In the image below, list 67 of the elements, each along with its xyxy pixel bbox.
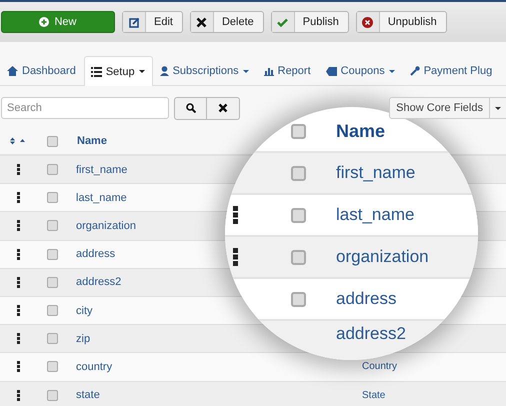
field-name[interactable]: organization xyxy=(76,220,136,232)
drag-handle-icon[interactable] xyxy=(17,390,20,401)
edit-icon xyxy=(128,16,140,28)
drag-handle-icon[interactable] xyxy=(17,333,20,344)
field-name: first_name xyxy=(336,163,416,183)
row-checkbox[interactable] xyxy=(47,192,58,204)
home-icon xyxy=(7,66,18,76)
field-name[interactable]: country xyxy=(76,360,112,373)
drag-handle-icon[interactable] xyxy=(17,220,20,232)
field-name[interactable]: address xyxy=(76,248,116,260)
drag-handle-icon[interactable] xyxy=(17,192,20,204)
field-name[interactable]: last_name xyxy=(76,192,127,204)
drag-handle-icon[interactable] xyxy=(17,305,20,316)
toolbar-button[interactable]: Delete xyxy=(190,11,264,33)
search-button[interactable] xyxy=(174,96,207,120)
drag-handle-icon[interactable] xyxy=(17,248,20,260)
row-checkbox[interactable] xyxy=(47,361,58,372)
field-name[interactable]: state xyxy=(76,389,100,402)
nav-tab[interactable]: Subscriptions xyxy=(152,56,257,85)
toolbar-button[interactable]: New xyxy=(1,11,115,33)
field-name: address2 xyxy=(336,324,406,344)
nav-tab[interactable]: Coupons xyxy=(318,56,403,85)
list-icon xyxy=(90,66,102,76)
nav-tab[interactable]: Dashboard xyxy=(0,56,84,85)
field-name[interactable]: city xyxy=(76,304,92,317)
row-checkbox[interactable] xyxy=(47,333,58,344)
row-checkbox[interactable] xyxy=(47,390,58,401)
nav-tab[interactable]: Setup xyxy=(84,56,153,86)
row-checkbox[interactable] xyxy=(47,220,58,232)
field-name: last_name xyxy=(336,205,414,225)
bar-chart-icon xyxy=(264,66,274,76)
select-all-checkbox[interactable] xyxy=(47,136,58,146)
nav-tab[interactable]: Report xyxy=(256,56,319,85)
check-icon xyxy=(277,18,288,26)
row-checkbox[interactable] xyxy=(47,305,58,316)
table-cell: State xyxy=(362,390,386,401)
nav-tab[interactable]: Payment Plug xyxy=(402,56,500,85)
column-header: Name xyxy=(336,120,386,142)
search-icon xyxy=(186,103,196,113)
field-name[interactable]: first_name xyxy=(76,164,128,176)
close-icon xyxy=(196,16,208,28)
wrench-icon xyxy=(410,66,420,76)
clear-button[interactable] xyxy=(207,96,240,120)
close-icon xyxy=(218,103,228,113)
cancel-icon xyxy=(362,16,374,28)
user-icon xyxy=(160,66,169,76)
search-field[interactable]: Search xyxy=(1,97,169,119)
column-header[interactable]: Name xyxy=(77,135,107,147)
toolbar-button[interactable]: Publish xyxy=(270,11,349,33)
drag-handle-icon[interactable] xyxy=(17,164,20,176)
drag-handle-icon[interactable] xyxy=(17,361,20,372)
sort-icon[interactable] xyxy=(10,137,26,145)
field-name[interactable]: zip xyxy=(76,332,90,345)
field-name: address xyxy=(336,289,396,309)
drag-handle-icon[interactable] xyxy=(17,276,20,288)
table-cell: Country xyxy=(362,361,398,372)
toolbar-button[interactable]: Unpublish xyxy=(356,11,447,33)
toolbar-button[interactable]: Edit xyxy=(122,11,183,33)
plus-icon xyxy=(39,17,50,27)
row-checkbox[interactable] xyxy=(47,276,58,288)
tag-icon xyxy=(326,66,337,76)
dropdown-toggle[interactable] xyxy=(490,97,506,119)
row-checkbox[interactable] xyxy=(47,248,58,260)
row-checkbox[interactable] xyxy=(47,164,58,176)
field-name[interactable]: address2 xyxy=(76,276,122,288)
field-name: organization xyxy=(336,247,429,267)
filter-dropdown[interactable]: Show Core Fields xyxy=(389,97,490,119)
